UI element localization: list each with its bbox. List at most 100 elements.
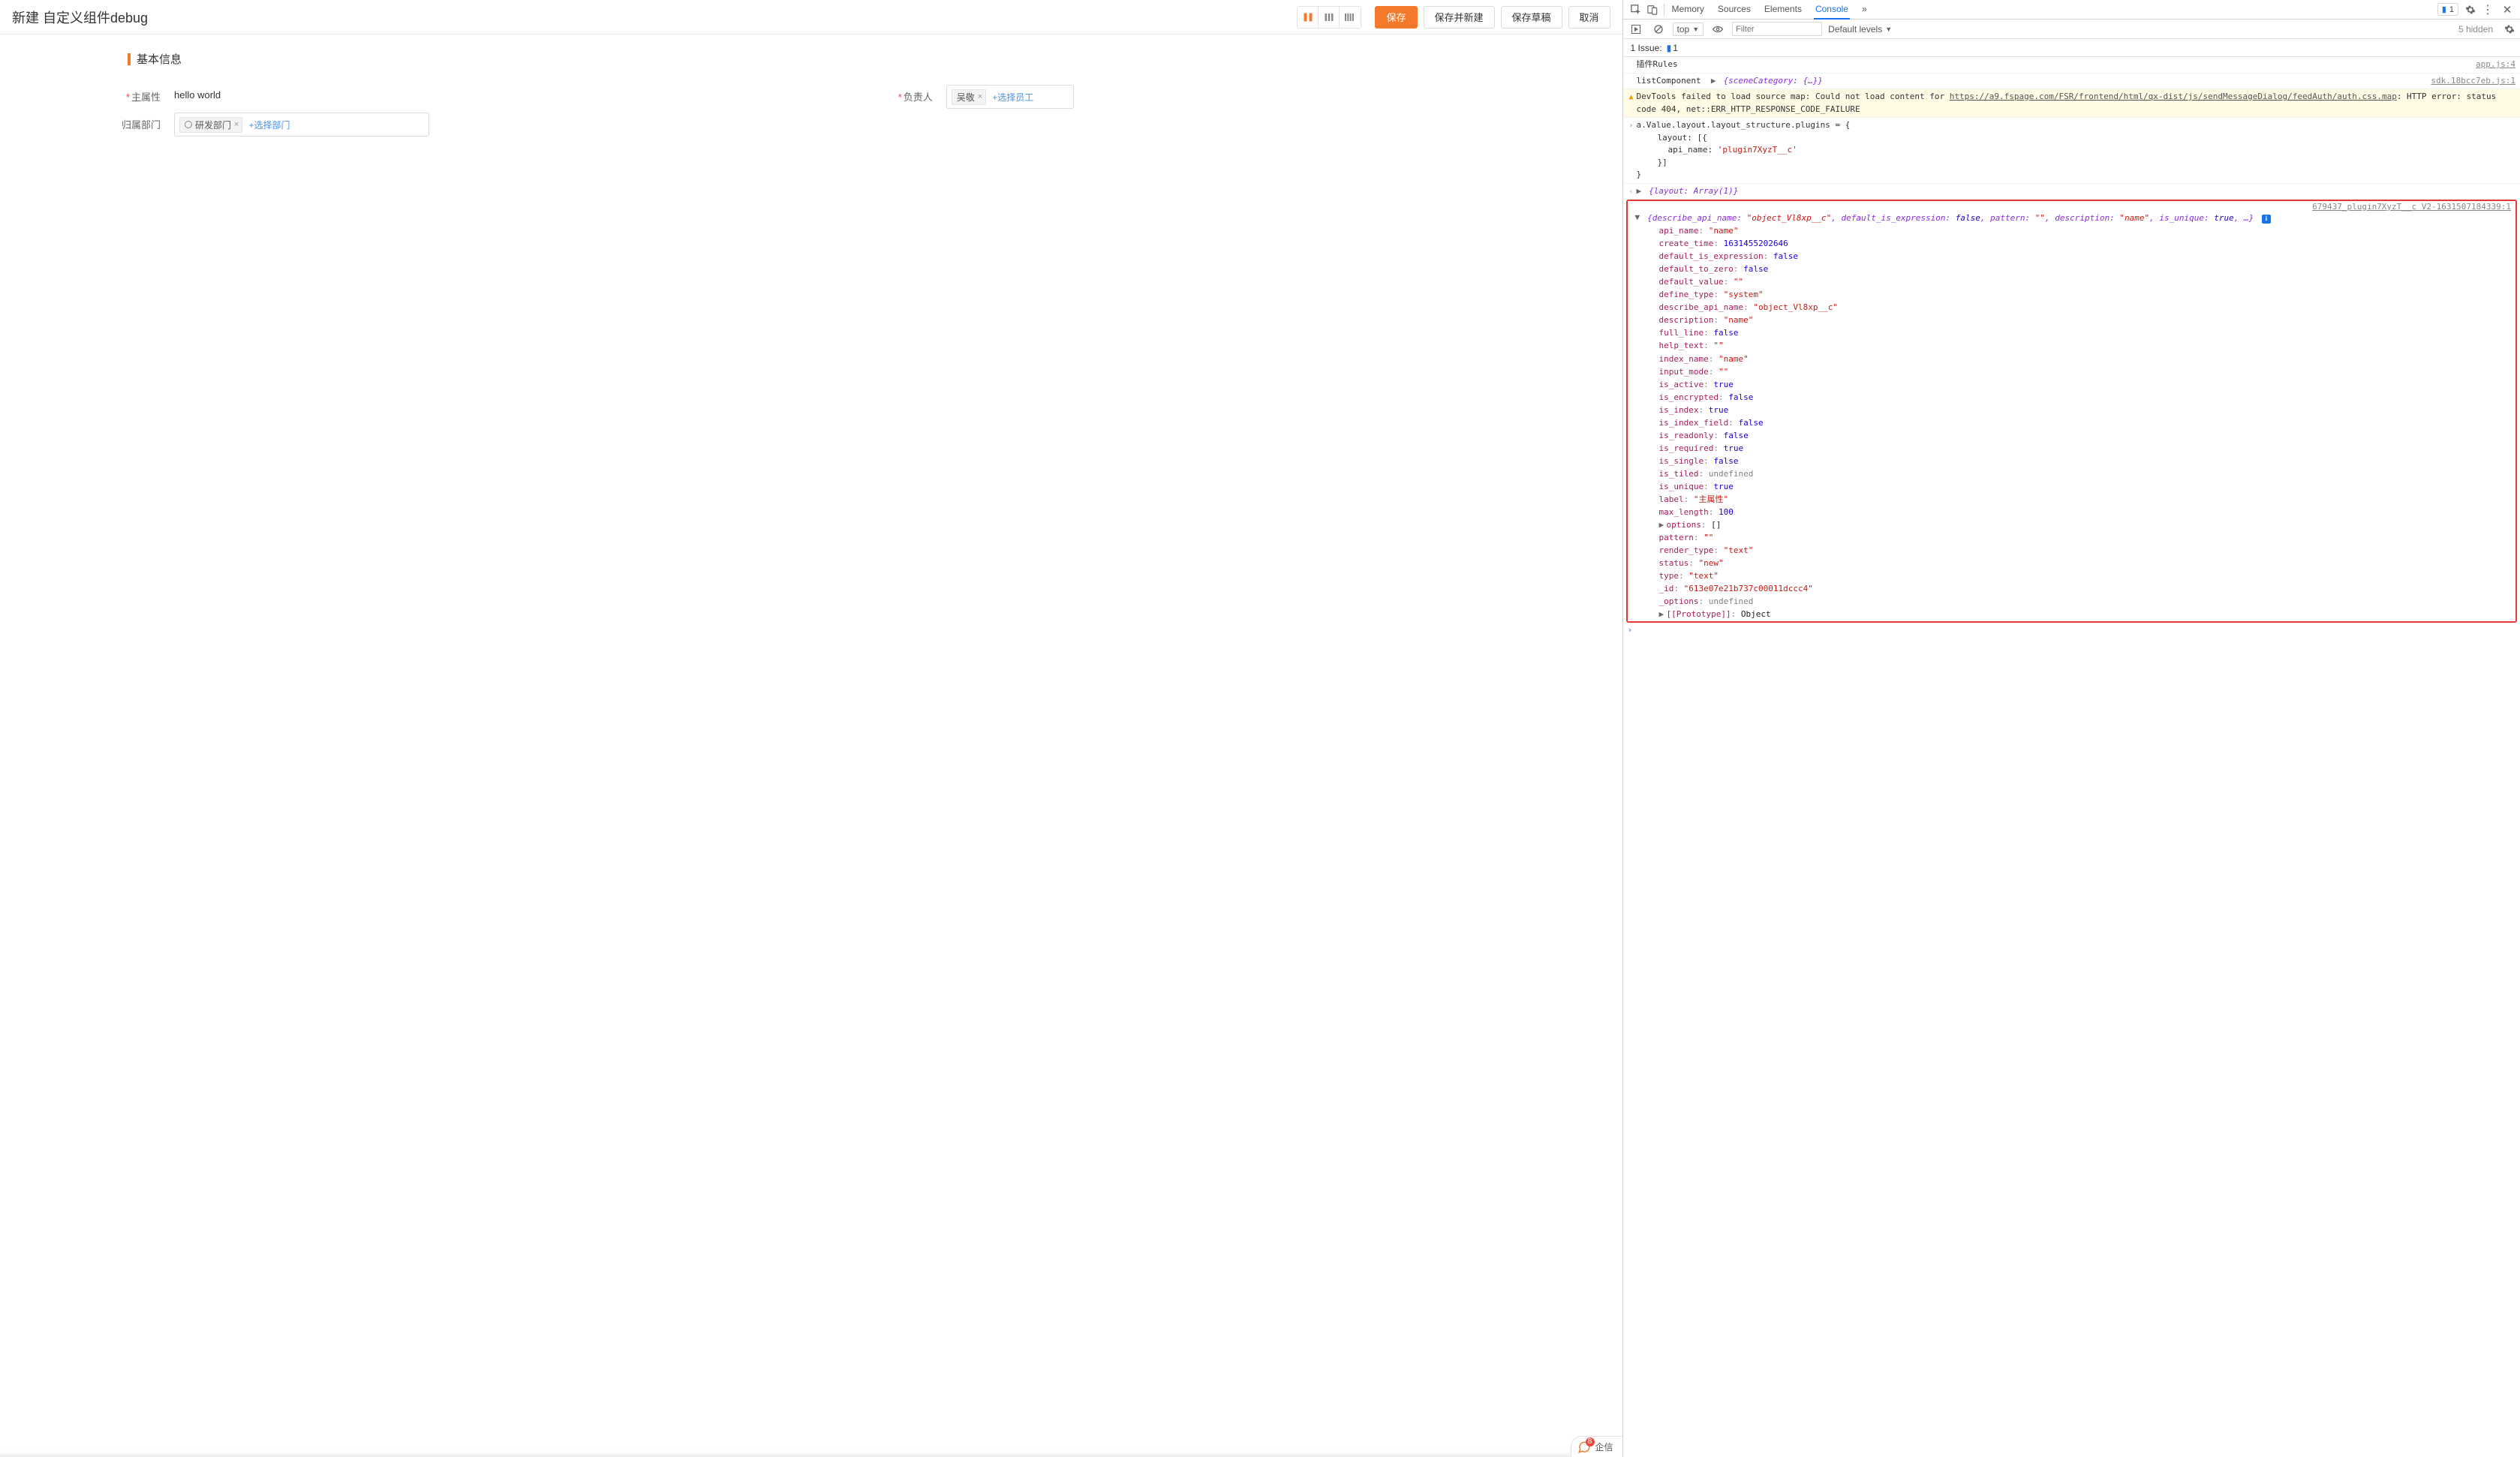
add-department-link[interactable]: +选择部门 xyxy=(245,117,293,133)
expand-arrow-icon[interactable]: ▶ xyxy=(1637,185,1644,198)
add-employee-link[interactable]: +选择员工 xyxy=(989,89,1036,105)
object-property: is_single: false xyxy=(1628,455,2515,467)
tab-more[interactable]: » xyxy=(1860,0,1869,19)
tab-memory[interactable]: Memory xyxy=(1670,0,1706,19)
department-input[interactable]: 研发部门 × +选择部门 xyxy=(174,113,429,137)
label-owner: *负责人 xyxy=(811,85,946,104)
tab-sources[interactable]: Sources xyxy=(1716,0,1752,19)
object-summary[interactable]: ▼ {describe_api_name: "object_Vl8xp__c",… xyxy=(1628,212,2515,224)
object-property: default_is_expression: false xyxy=(1628,250,2515,263)
chat-bubble-icon: 8 xyxy=(1577,1440,1591,1454)
form-area: 基本信息 *主属性 hello world 归属部门 研发部门 × xyxy=(0,35,1622,1457)
object-property: is_index_field: false xyxy=(1628,416,2515,429)
devtools-panel: Memory Sources Elements Console » ▮ 1 ⋮ … xyxy=(1623,0,2520,1457)
owner-input[interactable]: 吴敬 × +选择员工 xyxy=(946,85,1074,109)
object-property: is_index: true xyxy=(1628,404,2515,416)
console-log-row: sdk.18bcc7eb.js:1 listComponent ▶ {scene… xyxy=(1623,74,2520,90)
device-toggle-icon[interactable] xyxy=(1644,2,1661,18)
tab-elements[interactable]: Elements xyxy=(1763,0,1803,19)
object-property: pattern: "" xyxy=(1628,531,2515,544)
object-property: ▶options: [] xyxy=(1628,518,2515,531)
console-filter-input[interactable] xyxy=(1732,22,1822,36)
row-owner: *负责人 吴敬 × +选择员工 xyxy=(811,80,1622,113)
layout-view-toggles xyxy=(1297,6,1361,29)
org-icon xyxy=(185,121,192,128)
object-property: is_required: true xyxy=(1628,442,2515,455)
source-link[interactable]: app.js:4 xyxy=(2476,59,2515,69)
issues-pill[interactable]: ▮ 1 xyxy=(2437,3,2458,16)
layout-three-col-button[interactable] xyxy=(1319,7,1340,28)
object-property: description: "name" xyxy=(1628,314,2515,326)
console-log-row: app.js:4 插件Rules xyxy=(1623,57,2520,74)
department-chip: 研发部门 × xyxy=(179,117,242,133)
row-department: 归属部门 研发部门 × +选择部门 xyxy=(0,108,811,141)
layout-two-col-button[interactable] xyxy=(1298,7,1319,28)
object-property: full_line: false xyxy=(1628,326,2515,339)
owner-chip: 吴敬 × xyxy=(952,89,986,105)
inspect-element-icon[interactable] xyxy=(1628,2,1644,18)
sourcemap-url-link[interactable]: https://a9.fspage.com/FSR/frontend/html/… xyxy=(1950,92,2397,101)
object-property: define_type: "system" xyxy=(1628,288,2515,301)
app-header: 新建 自定义组件debug 保存 保存并新建 保存草稿 取消 xyxy=(0,0,1622,35)
console-warning-row: ▲ DevTools failed to load source map: Co… xyxy=(1623,89,2520,118)
label-main-attr: *主属性 xyxy=(0,85,174,104)
devtools-tabs: Memory Sources Elements Console » xyxy=(1670,0,1869,19)
expand-arrow-icon[interactable]: ▶ xyxy=(1659,518,1667,531)
department-chip-label: 研发部门 xyxy=(195,119,231,131)
highlighted-object-box: 679437_plugin7XyzT__c V2-1631507184339:1… xyxy=(1626,200,2517,623)
object-prototype[interactable]: ▶[[Prototype]]: Object xyxy=(1628,608,2515,620)
kebab-menu-icon[interactable]: ⋮ xyxy=(2479,2,2496,18)
source-link[interactable]: sdk.18bcc7eb.js:1 xyxy=(2431,76,2515,86)
object-property: create_time: 1631455202646 xyxy=(1628,237,2515,250)
console-body[interactable]: app.js:4 插件Rules sdk.18bcc7eb.js:1 listC… xyxy=(1623,57,2520,1457)
context-selector[interactable]: top▼ xyxy=(1673,23,1704,36)
info-icon[interactable]: i xyxy=(2262,215,2271,224)
collapse-arrow-icon[interactable]: ▼ xyxy=(1635,211,1643,224)
object-property: is_readonly: false xyxy=(1628,429,2515,442)
close-devtools-icon[interactable]: ✕ xyxy=(2499,2,2515,18)
console-settings-gear-icon[interactable] xyxy=(2503,23,2515,35)
label-department: 归属部门 xyxy=(0,113,174,131)
console-prompt[interactable]: › xyxy=(1623,623,2520,637)
object-property: label: "主属性" xyxy=(1628,493,2515,506)
console-subbar: top▼ Default levels▼ 5 hidden xyxy=(1623,20,2520,39)
object-property: is_unique: true xyxy=(1628,480,2515,493)
cancel-button[interactable]: 取消 xyxy=(1568,6,1610,29)
object-property: is_encrypted: false xyxy=(1628,391,2515,404)
warning-icon: ▲ xyxy=(1626,91,1637,103)
save-draft-button[interactable]: 保存草稿 xyxy=(1501,6,1562,29)
tab-console[interactable]: Console xyxy=(1814,0,1850,20)
save-and-new-button[interactable]: 保存并新建 xyxy=(1424,6,1495,29)
object-property: _id: "613e07e21b737c00011dccc4" xyxy=(1628,582,2515,595)
live-expression-icon[interactable] xyxy=(1710,21,1726,38)
issues-bar[interactable]: 1 Issue: ▮ 1 xyxy=(1623,39,2520,57)
expand-arrow-icon[interactable]: ▶ xyxy=(1659,608,1667,620)
qixin-bar[interactable]: 8 企信 xyxy=(1571,1436,1622,1457)
object-property: describe_api_name: "object_Vl8xp__c" xyxy=(1628,301,2515,314)
play-icon[interactable] xyxy=(1628,21,1644,38)
page-title: 新建 自定义组件debug xyxy=(12,8,148,27)
object-property: max_length: 100 xyxy=(1628,506,2515,518)
object-property: status: "new" xyxy=(1628,557,2515,569)
object-property: help_text: "" xyxy=(1628,339,2515,352)
settings-gear-icon[interactable] xyxy=(2464,4,2476,16)
department-chip-remove[interactable]: × xyxy=(234,120,239,129)
object-property: api_name: "name" xyxy=(1628,224,2515,237)
log-levels-select[interactable]: Default levels▼ xyxy=(1828,24,1892,35)
row-main-attr: *主属性 hello world xyxy=(0,80,811,108)
app-panel: 新建 自定义组件debug 保存 保存并新建 保存草稿 取消 基本信息 *主属性… xyxy=(0,0,1623,1457)
source-link[interactable]: 679437_plugin7XyzT__c V2-1631507184339:1 xyxy=(2312,202,2511,212)
input-chevron-icon: › xyxy=(1626,119,1637,131)
layout-four-col-button[interactable] xyxy=(1340,7,1361,28)
clear-console-icon[interactable] xyxy=(1650,21,1667,38)
object-property: _options: undefined xyxy=(1628,595,2515,608)
owner-chip-remove[interactable]: × xyxy=(978,92,982,101)
console-input-row: › a.Value.layout.layout_structure.plugin… xyxy=(1623,118,2520,184)
expand-arrow-icon[interactable]: ▶ xyxy=(1711,75,1719,88)
output-chevron-icon: ‹ xyxy=(1626,185,1637,197)
object-property: is_tiled: undefined xyxy=(1628,467,2515,480)
devtools-toolbar: Memory Sources Elements Console » ▮ 1 ⋮ … xyxy=(1623,0,2520,20)
issue-icon: ▮ xyxy=(1667,43,1672,53)
object-property: default_value: "" xyxy=(1628,275,2515,288)
save-button[interactable]: 保存 xyxy=(1375,6,1417,29)
